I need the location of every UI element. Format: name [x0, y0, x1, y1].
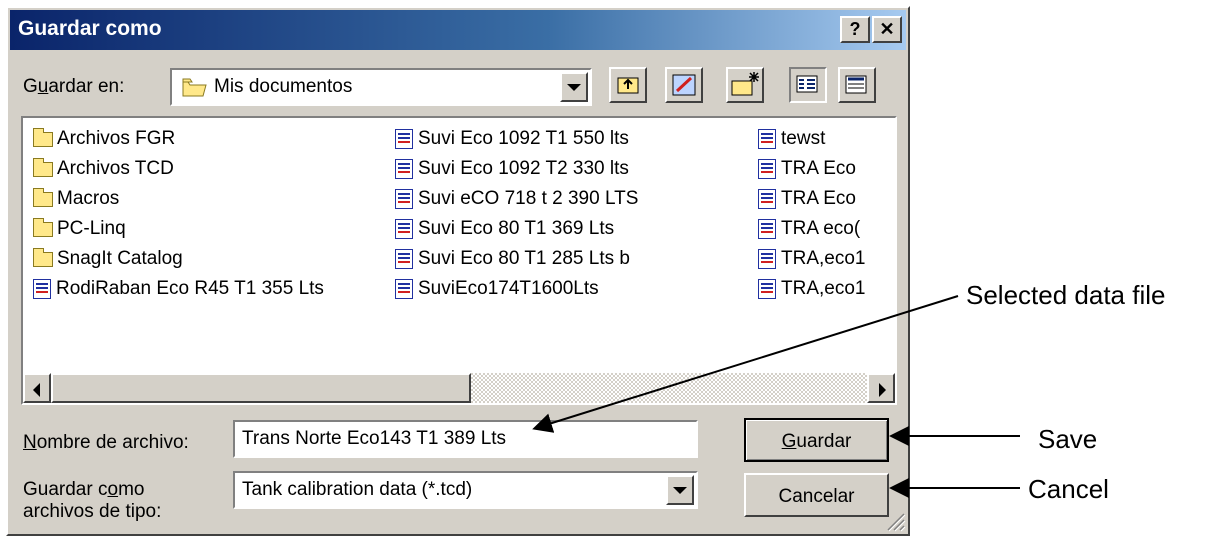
selected-file-arrow [532, 295, 959, 433]
annotation-arrows [532, 295, 1020, 498]
save-annotation: Save [1038, 424, 1098, 454]
cancel-annotation: Cancel [1028, 474, 1109, 504]
selected-file-annotation: Selected data file [966, 280, 1166, 310]
